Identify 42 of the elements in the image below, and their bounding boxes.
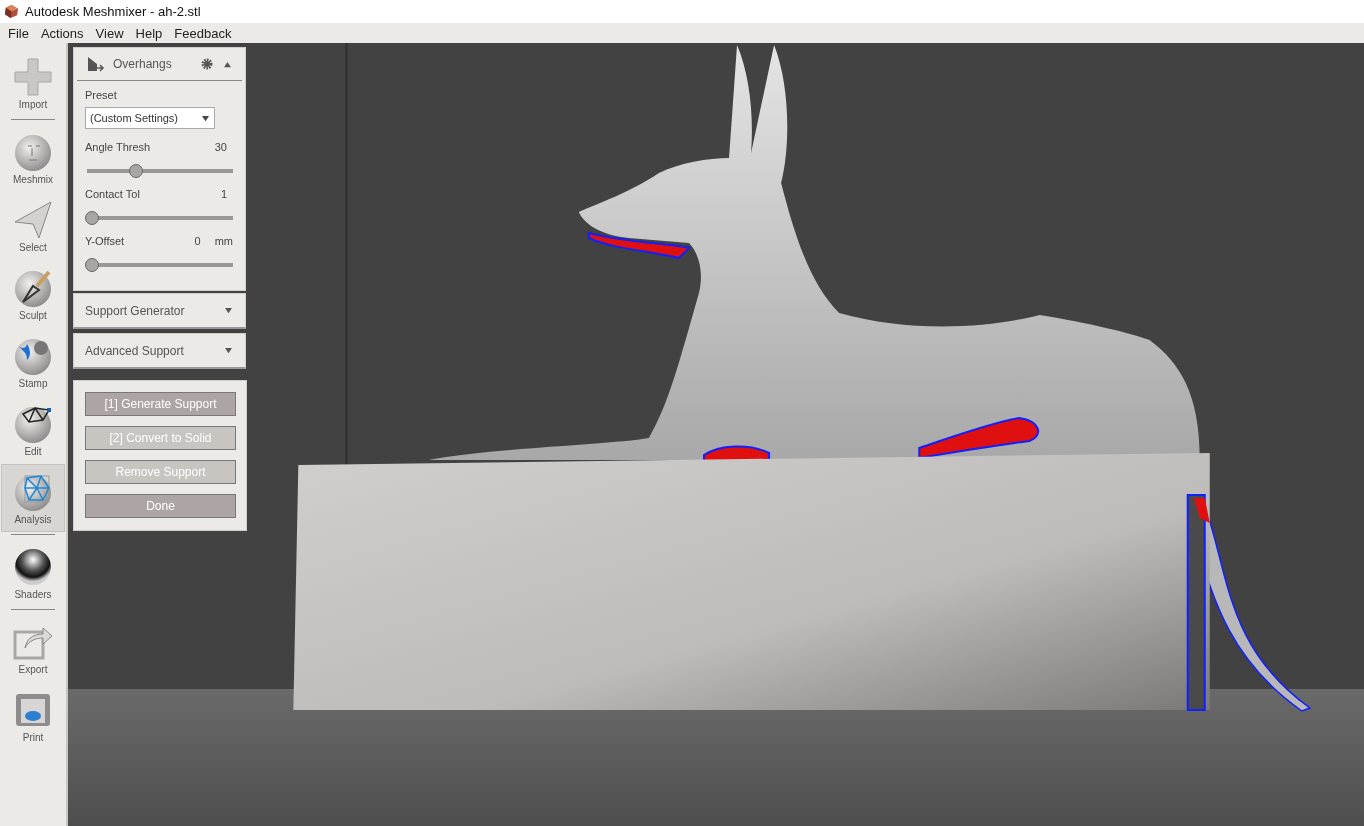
menu-item[interactable]: View (89, 25, 130, 41)
tool-button[interactable]: Edit (1, 396, 65, 464)
tool-button[interactable]: Select (1, 192, 65, 260)
chrome-sphere-icon (13, 546, 53, 587)
tool-button[interactable]: Export (1, 614, 65, 682)
menu-item[interactable]: Actions (34, 25, 90, 41)
menu-item[interactable]: File (2, 25, 35, 41)
menu-item[interactable]: Help (129, 25, 169, 41)
panel-title: Overhangs (113, 57, 173, 71)
tool-button[interactable]: Shaders (1, 539, 65, 607)
3d-viewport[interactable]: Overhangs Preset (Custom Settings) Angle Thresh 30 Contact Tol 1 Y-Offset 0 mm Support Generator Advanced Support [1] Generate Support [2] Convert to Solid Remove Support Done (68, 43, 1364, 826)
tool-button[interactable]: Meshmix (1, 124, 65, 192)
slider-label: Angle Thresh (85, 141, 152, 153)
slider-thumb[interactable] (85, 258, 99, 272)
section-header[interactable]: Advanced Support (73, 333, 246, 369)
menu-item[interactable]: Feedback (168, 25, 238, 41)
app-logo-icon (4, 4, 19, 19)
tool-button[interactable]: Stamp (1, 328, 65, 396)
tool-button[interactable]: Import (1, 49, 65, 117)
slider-value: 0 (194, 235, 201, 247)
slider-label: Y-Offset (85, 235, 126, 247)
unit-label: mm (214, 235, 233, 247)
statue-model-drawing[interactable] (293, 45, 1311, 712)
preset-dropdown[interactable]: (Custom Settings) (85, 107, 215, 129)
preset-label: Preset (85, 89, 118, 101)
arrow-cursor-icon (13, 199, 53, 240)
tool-button[interactable]: Print (1, 682, 65, 750)
overhang-icon (87, 56, 105, 72)
caret-icon (201, 114, 210, 122)
tool-button[interactable]: Sculpt (1, 260, 65, 328)
window-title: Autodesk Meshmixer - ah-2.stl (25, 4, 201, 19)
slider-value: 30 (214, 141, 227, 153)
slider-value: 1 (220, 188, 227, 200)
section-header[interactable]: Support Generator (73, 293, 246, 329)
caret-icon (224, 307, 233, 314)
slider-thumb[interactable] (128, 164, 143, 178)
slider-label: Contact Tol (85, 188, 141, 200)
settings-icon[interactable] (201, 58, 213, 70)
caret-icon (224, 347, 233, 354)
plus-icon (13, 56, 53, 97)
tool-button[interactable]: Analysis (1, 464, 65, 532)
slider-thumb[interactable] (85, 211, 99, 225)
